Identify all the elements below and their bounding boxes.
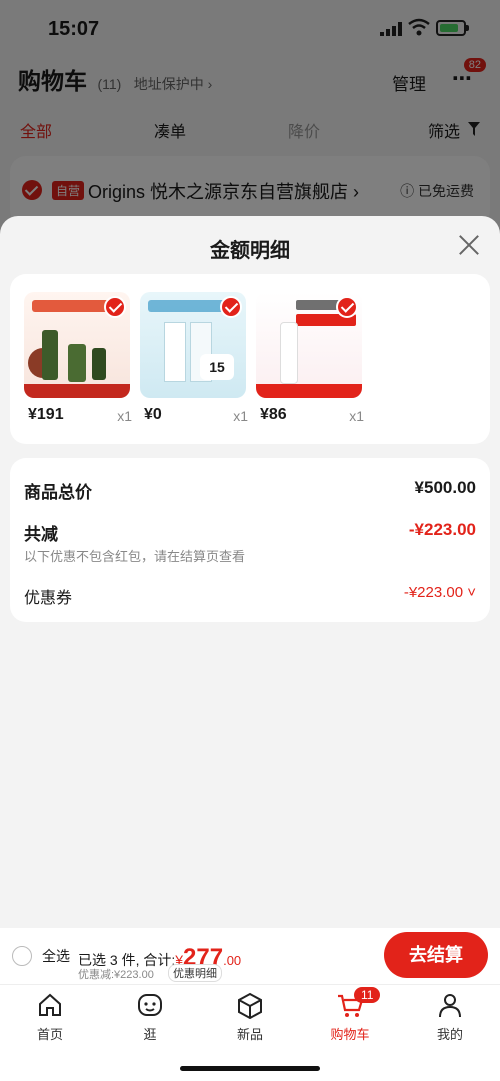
check-icon	[336, 296, 358, 318]
amount-detail-sheet: 金额明细 ¥191 x1 15 ¥0 x1 ¥86 x1 商品总价 ¥500.0…	[0, 216, 500, 928]
product-price: ¥86	[260, 406, 287, 423]
product-qty: x1	[233, 408, 248, 424]
product-item[interactable]: ¥191 x1	[24, 292, 132, 432]
tab-mine[interactable]: 我的	[420, 991, 480, 1043]
product-price: ¥0	[144, 406, 162, 423]
discount-detail-link[interactable]: 优惠明细	[168, 964, 222, 982]
product-qty: x1	[117, 408, 132, 424]
cart-count-badge: 11	[354, 987, 381, 1003]
tab-home[interactable]: 首页	[20, 991, 80, 1043]
discount-line: 优惠减:¥223.00	[78, 969, 154, 981]
tab-new[interactable]: 新品	[220, 991, 280, 1043]
total-discount-value: -¥223.00	[408, 520, 476, 539]
coupon-value-toggle[interactable]: -¥223.00 ˅	[404, 584, 476, 601]
select-all-label[interactable]: 全选	[42, 946, 70, 966]
tab-label: 首页	[36, 1027, 63, 1042]
tab-browse[interactable]: 逛	[120, 991, 180, 1043]
tab-label: 新品	[236, 1027, 263, 1042]
product-image-badge: 15	[200, 354, 234, 380]
discount-note: 以下优惠不包含红包，请在结算页查看	[24, 549, 246, 564]
tab-label: 购物车	[330, 1027, 370, 1042]
product-price: ¥191	[28, 406, 64, 423]
goods-total-value: ¥500.00	[414, 478, 476, 497]
face-icon	[138, 994, 162, 1016]
product-qty: x1	[349, 408, 364, 424]
check-icon	[220, 296, 242, 318]
product-list-card: ¥191 x1 15 ¥0 x1 ¥86 x1	[10, 274, 490, 444]
check-icon	[104, 296, 126, 318]
totals-card: 商品总价 ¥500.00 共减 -¥223.00 以下优惠不包含红包，请在结算页…	[10, 458, 490, 622]
home-icon	[39, 993, 61, 1016]
product-item[interactable]: 15 ¥0 x1	[140, 292, 248, 432]
person-icon	[439, 994, 461, 1018]
coupon-label: 优惠券	[24, 590, 73, 607]
checkout-button[interactable]: 去结算	[384, 932, 488, 978]
box-icon	[238, 992, 262, 1020]
close-icon[interactable]	[458, 234, 480, 256]
tab-label: 我的	[436, 1027, 463, 1042]
tab-label: 逛	[143, 1027, 157, 1042]
total-amount-decimal: .00	[223, 953, 242, 968]
total-discount-label: 共减	[24, 525, 58, 544]
home-indicator	[180, 1066, 320, 1071]
goods-total-label: 商品总价	[24, 483, 92, 502]
select-all-radio[interactable]	[12, 946, 32, 966]
sheet-title: 金额明细	[210, 240, 290, 262]
product-item[interactable]: ¥86 x1	[256, 292, 364, 432]
checkout-bar: 全选 已选 3 件, 合计:¥277.00 优惠减:¥223.00 优惠明细 去…	[0, 928, 500, 984]
